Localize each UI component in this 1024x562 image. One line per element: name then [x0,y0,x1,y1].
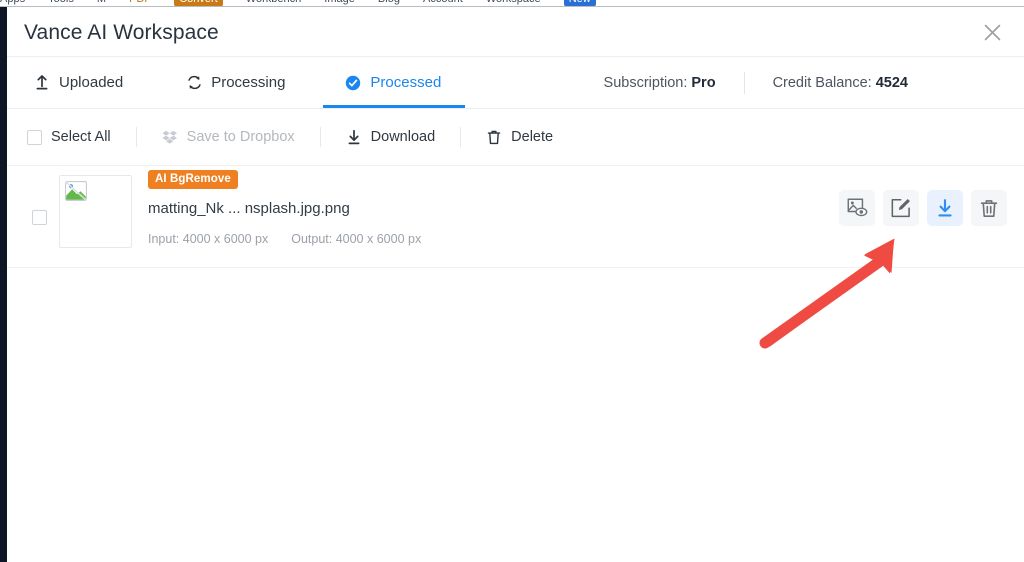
tab-list: Uploaded Processing Processed [7,57,466,108]
save-to-dropbox-button[interactable]: Save to Dropbox [162,129,295,145]
select-all-control[interactable]: Select All [27,129,111,145]
file-thumbnail[interactable] [59,175,132,248]
output-dimensions: Output: 4000 x 6000 px [291,232,422,246]
browser-bookmarks-bar: Apps Tools M PDF Convert Workbench Image… [0,0,1024,7]
toolbar-divider [460,127,462,147]
download-label: Download [370,129,436,145]
subscription-value: Pro [691,74,716,91]
credit-balance-info: Credit Balance: 4524 [745,75,1024,91]
modal-header: Vance AI Workspace [7,7,1024,57]
credit-balance-value: 4524 [875,74,908,91]
tab-uploaded[interactable]: Uploaded [34,57,123,108]
row-actions [839,190,1007,226]
save-to-dropbox-label: Save to Dropbox [186,129,295,145]
tab-processed[interactable]: Processed [323,57,466,108]
file-dimensions: Input: 4000 x 6000 px Output: 4000 x 600… [148,232,421,246]
tab-processing-label: Processing [211,74,286,91]
edit-image-button[interactable] [883,190,919,226]
preview-image-button[interactable] [839,190,875,226]
toolbar-divider [135,127,137,147]
close-icon[interactable] [977,17,1007,47]
broken-image-icon [65,181,87,206]
status-badge: AI BgRemove [148,170,238,189]
download-button[interactable]: Download [346,129,436,145]
file-name: matting_Nk ... nsplash.jpg.png [148,200,350,217]
tab-processed-label: Processed [370,74,442,91]
action-toolbar: Select All Save to Dropbox Download Dele… [7,109,1024,166]
subscription-info: Subscription: Pro [604,75,744,91]
select-all-label: Select All [51,129,111,145]
dropbox-icon [162,129,178,145]
download-icon [346,129,362,145]
workspace-modal: Vance AI Workspace Uploaded Processing P… [7,7,1024,562]
tab-processing[interactable]: Processing [186,57,285,108]
select-all-checkbox[interactable] [27,129,42,145]
trash-icon [486,129,502,145]
table-row: AI BgRemove matting_Nk ... nsplash.jpg.p… [7,166,1024,268]
delete-image-button[interactable] [971,190,1007,226]
subscription-label: Subscription: [603,74,688,91]
page-left-edge [0,7,7,562]
tab-uploaded-label: Uploaded [59,74,124,91]
tab-bar: Uploaded Processing Processed Subscripti… [7,57,1024,109]
delete-button[interactable]: Delete [486,129,553,145]
toolbar-divider [319,127,321,147]
page-title: Vance AI Workspace [24,21,219,44]
refresh-icon [186,75,202,91]
delete-label: Delete [511,129,554,145]
input-dimensions: Input: 4000 x 6000 px [148,232,269,246]
check-circle-icon [345,75,361,91]
workspace-screen: Apps Tools M PDF Convert Workbench Image… [0,0,1024,562]
row-select-checkbox[interactable] [32,210,47,225]
account-info: Subscription: Pro Credit Balance: 4524 [604,57,1024,108]
upload-icon [34,75,50,91]
download-image-button[interactable] [927,190,963,226]
credit-balance-label: Credit Balance: [772,74,872,91]
